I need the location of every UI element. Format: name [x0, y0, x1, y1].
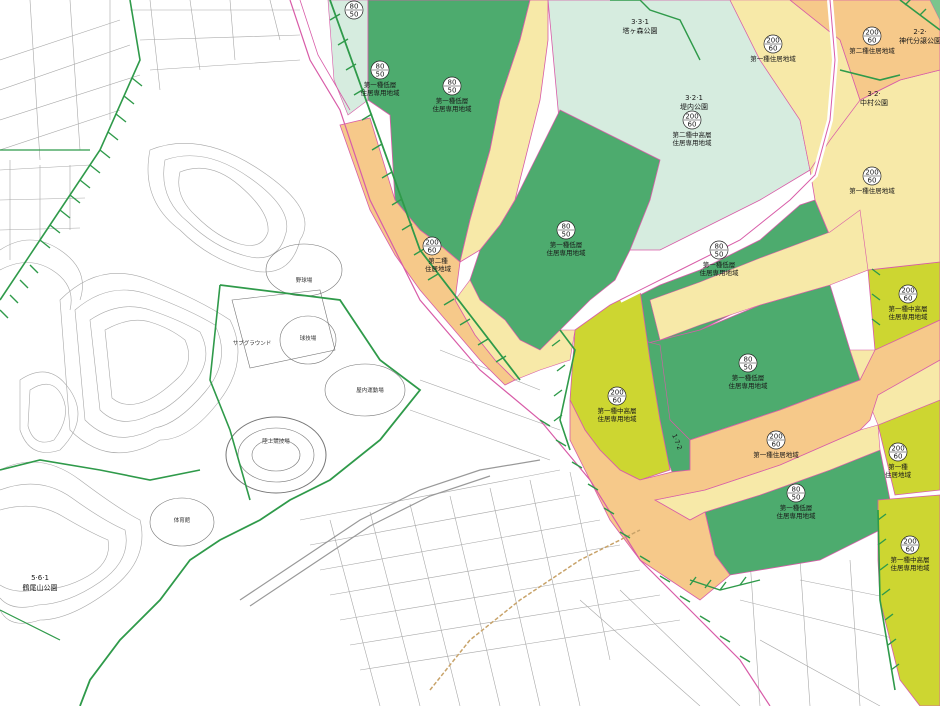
- far-value: 80: [376, 63, 385, 71]
- bcr-value: 60: [613, 397, 622, 405]
- zone-name-line1: 第一種中高層: [598, 406, 637, 415]
- park-name: 中村公園: [860, 98, 888, 107]
- facility-label: 屋内運動場: [356, 386, 384, 394]
- zone-name-line1: 第一種中高層: [889, 304, 928, 313]
- park-name: 堤内公園: [680, 102, 708, 111]
- zone-name-line2: 住居専用地域: [361, 88, 401, 97]
- far-value: 80: [715, 243, 724, 251]
- zone-name-line1: 第二種: [428, 256, 448, 265]
- zone-name-line1: 第一種低層: [550, 240, 583, 249]
- tram-line: [429, 529, 641, 691]
- park-code: 3·2·: [867, 90, 880, 98]
- bcr-value: 60: [868, 37, 877, 45]
- bcr-value: 60: [428, 247, 437, 255]
- park-code: 2·2·: [913, 28, 926, 36]
- bcr-value: 50: [792, 494, 801, 502]
- zone-name-line2: 住居専用地域: [673, 138, 713, 147]
- far-value: 80: [562, 223, 571, 231]
- facility-labels: サブグラウンド 陸上競技場 体育館 野球場 球技場 屋内運動場: [174, 276, 385, 524]
- bcr-value: 50: [376, 71, 385, 79]
- far-value: 200: [865, 29, 878, 37]
- bcr-value: 60: [904, 295, 913, 303]
- bcr-value: 60: [894, 453, 903, 461]
- far-value: 200: [901, 287, 914, 295]
- zone-name-line2: 住居専用地域: [700, 268, 740, 277]
- zone-name-line2: 住居専用地域: [729, 381, 769, 390]
- far-value: 200: [425, 239, 438, 247]
- zone-name-line1: 第一種住居地域: [849, 186, 895, 195]
- bcr-value: 60: [688, 121, 697, 129]
- zone-name-line1: 第一種住居地域: [750, 54, 796, 63]
- far-value: 80: [350, 3, 359, 11]
- bcr-value: 60: [906, 546, 915, 554]
- zone-r1mid-east-bot: [877, 494, 940, 706]
- zone-name-line1: 第一種低層: [703, 260, 736, 269]
- far-value: 200: [891, 445, 904, 453]
- bcr-value: 50: [448, 87, 457, 95]
- zone-name-line2: 住居専用地域: [889, 312, 929, 321]
- bcr-value: 50: [715, 251, 724, 259]
- zone-fills: [327, 0, 940, 706]
- park-code: 5·6·1: [31, 574, 49, 582]
- zone-name-line1: 第一種低層: [364, 80, 397, 89]
- zone-name-line2: 住居専用地域: [598, 414, 638, 423]
- bcr-value: 60: [868, 177, 877, 185]
- bcr-value: 50: [350, 11, 359, 19]
- zone-name-line2: 住居専用地域: [433, 104, 473, 113]
- zone-name-line1: 第一種低層: [780, 503, 813, 512]
- facility-label: 体育館: [174, 516, 191, 524]
- park-code: 3·3·1: [631, 18, 649, 26]
- far-value: 80: [792, 486, 801, 494]
- facility-label: 陸上競技場: [262, 437, 290, 445]
- zone-name-line1: 第二種中高層: [673, 130, 712, 139]
- zone-name-line2: 住居専用地域: [777, 511, 817, 520]
- zone-name-line2: 住居専用地域: [547, 248, 587, 257]
- bcr-value: 50: [562, 231, 571, 239]
- zone-name-line1: 第一種: [888, 462, 908, 471]
- far-value: 200: [865, 169, 878, 177]
- zone-name-line2: 住居地域: [425, 264, 452, 273]
- bcr-value: 60: [769, 45, 778, 53]
- zone-name-line1: 第一種低層: [732, 373, 765, 382]
- park-code: 3·2·1: [685, 94, 703, 102]
- park-name: 神代分譲公園: [899, 36, 940, 45]
- far-value: 80: [448, 79, 457, 87]
- zone-name-line1: 第一種低層: [436, 96, 469, 105]
- far-value: 200: [685, 113, 698, 121]
- far-value: 200: [903, 538, 916, 546]
- facility-label: 球技場: [300, 334, 317, 342]
- bcr-value: 50: [744, 364, 753, 372]
- zone-name-line2: 住居専用地域: [891, 563, 931, 572]
- zone-name-line1: 第一種住居地域: [753, 450, 799, 459]
- facility-label: サブグラウンド: [233, 339, 272, 347]
- far-value: 200: [766, 37, 779, 45]
- facility-label: 野球場: [296, 276, 313, 284]
- zone-name-line1: 第二種住居地域: [849, 46, 895, 55]
- far-value: 80: [744, 356, 753, 364]
- far-value: 200: [610, 389, 623, 397]
- zone-name-line1: 第一種中高層: [891, 555, 930, 564]
- zoning-map: 80 50 第一種低層 住居専用地域 80 50 第一種低層 住居専用地域 80…: [0, 0, 940, 706]
- far-value: 200: [769, 433, 782, 441]
- park-name: 塔ヶ森公園: [623, 26, 658, 35]
- zone-label-small: 80 50: [344, 0, 364, 20]
- park-name: 鶴尾山公園: [23, 583, 58, 592]
- zone-name-line2: 住居地域: [885, 470, 912, 479]
- bcr-value: 60: [772, 441, 781, 449]
